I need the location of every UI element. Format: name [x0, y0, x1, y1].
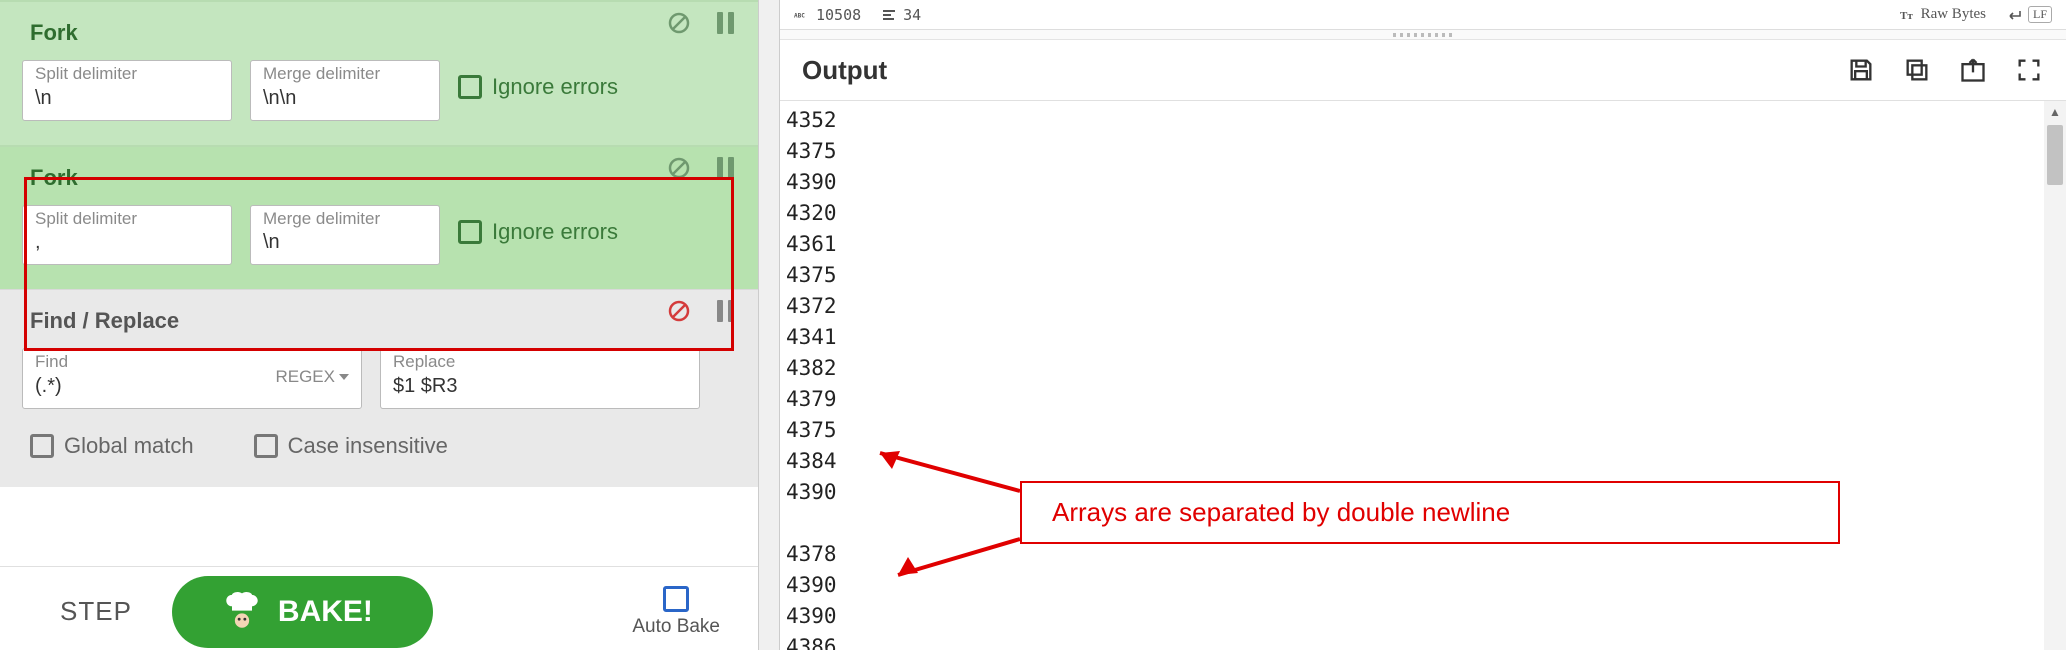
svg-text:Tᴛ: Tᴛ: [1900, 10, 1913, 22]
svg-text:ABC: ABC: [794, 12, 805, 19]
pause-icon[interactable]: [712, 10, 738, 36]
line-count: 34: [881, 6, 921, 24]
annotation-arrow-icon: [860, 441, 1030, 501]
copy-output-icon[interactable]: [1902, 55, 1932, 85]
eol-indicator[interactable]: LF: [2006, 6, 2052, 23]
bake-button[interactable]: BAKE!: [172, 576, 433, 648]
disable-icon[interactable]: [666, 155, 692, 181]
char-count-icon: ABC: [794, 7, 810, 23]
recipe-panel: Fork Split delimiter \n Merge delimiter …: [0, 0, 758, 650]
pane-drag-handle[interactable]: [780, 30, 2066, 40]
annotation-arrow-icon: [880, 531, 1030, 591]
output-text[interactable]: 4352 4375 4390 4320 4361 4375 4372 4341 …: [786, 105, 837, 650]
output-header: Output: [780, 40, 2066, 100]
find-input[interactable]: Find (.*) REGEX: [22, 348, 362, 409]
split-delimiter-input[interactable]: Split delimiter \n: [22, 60, 232, 121]
line-count-icon: [881, 7, 897, 23]
operation-find-replace[interactable]: Find / Replace Find (.*) REGEX: [0, 289, 758, 487]
split-delimiter-input[interactable]: Split delimiter ,: [22, 205, 232, 266]
move-to-input-icon[interactable]: [1958, 55, 1988, 85]
disable-icon[interactable]: [666, 298, 692, 324]
output-scrollbar[interactable]: ▲: [2044, 101, 2066, 650]
recipe-scrollbar[interactable]: [758, 0, 780, 650]
merge-delimiter-input[interactable]: Merge delimiter \n\n: [250, 60, 440, 121]
raw-bytes-toggle[interactable]: Tᴛ Raw Bytes: [1899, 6, 1986, 23]
pause-icon[interactable]: [712, 298, 738, 324]
recipe-operations: Fork Split delimiter \n Merge delimiter …: [0, 0, 758, 487]
output-title: Output: [802, 55, 887, 86]
output-body: 4352 4375 4390 4320 4361 4375 4372 4341 …: [780, 100, 2066, 650]
maximize-output-icon[interactable]: [2014, 55, 2044, 85]
scroll-up-icon[interactable]: ▲: [2044, 101, 2066, 123]
save-output-icon[interactable]: [1846, 55, 1876, 85]
case-insensitive-checkbox[interactable]: Case insensitive: [254, 433, 448, 459]
char-count: ABC 10508: [794, 6, 861, 24]
replace-input[interactable]: Replace $1 $R3: [380, 348, 700, 409]
step-button[interactable]: STEP: [60, 596, 132, 627]
chef-icon: [224, 592, 260, 632]
ignore-errors-checkbox[interactable]: Ignore errors: [458, 74, 618, 100]
auto-bake-checkbox[interactable]: Auto Bake: [632, 586, 720, 638]
annotation-box: Arrays are separated by double newline: [1020, 481, 1840, 544]
operation-title: Find / Replace: [22, 302, 736, 348]
global-match-checkbox[interactable]: Global match: [30, 433, 194, 459]
io-status-bar: ABC 10508 34 Tᴛ Raw Bytes LF: [780, 0, 2066, 30]
operation-fork-1[interactable]: Fork Split delimiter \n Merge delimiter …: [0, 0, 758, 145]
operation-title: Fork: [22, 159, 736, 205]
text-mode-icon: Tᴛ: [1899, 7, 1915, 23]
find-mode-dropdown[interactable]: REGEX: [275, 367, 349, 387]
ignore-errors-checkbox[interactable]: Ignore errors: [458, 219, 618, 245]
recipe-bottom-bar: STEP BAKE! Auto Bake: [0, 566, 758, 650]
return-icon: [2006, 7, 2022, 23]
disable-icon[interactable]: [666, 10, 692, 36]
pause-icon[interactable]: [712, 155, 738, 181]
scroll-thumb[interactable]: [2047, 125, 2063, 185]
operation-title: Fork: [22, 14, 736, 60]
output-panel: ABC 10508 34 Tᴛ Raw Bytes LF Output: [780, 0, 2066, 650]
chevron-down-icon: [339, 374, 349, 380]
merge-delimiter-input[interactable]: Merge delimiter \n: [250, 205, 440, 266]
operation-fork-2[interactable]: Fork Split delimiter , Merge delimiter \…: [0, 145, 758, 290]
